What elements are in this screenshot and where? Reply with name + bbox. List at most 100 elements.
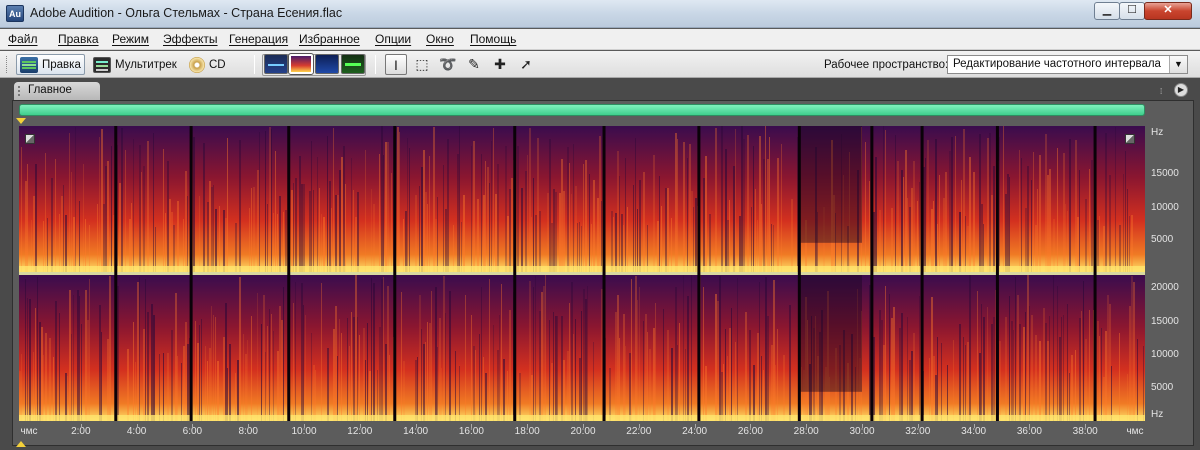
freq-label: 10000 xyxy=(1151,202,1179,213)
cd-view-button[interactable]: CD xyxy=(186,54,229,75)
menu-effects[interactable]: Эффекты xyxy=(163,32,218,46)
toolbar-separator xyxy=(375,55,376,74)
time-tick xyxy=(527,424,529,428)
multitrack-icon xyxy=(93,56,111,73)
freq-label: 5000 xyxy=(1151,234,1174,245)
title-bar: Au Adobe Audition - Ольга Стельмах - Стр… xyxy=(0,0,1200,28)
minimize-button[interactable]: ▁ xyxy=(1094,2,1120,20)
track-boundary xyxy=(189,126,193,421)
spectral-pitch-display-icon[interactable] xyxy=(315,54,339,74)
track-boundary xyxy=(870,126,874,421)
window-title: Adobe Audition - Ольга Стельмах - Страна… xyxy=(30,6,343,20)
menu-help[interactable]: Помощь xyxy=(470,32,516,46)
menu-view[interactable]: Режим xyxy=(112,32,149,46)
toolbar-grip[interactable] xyxy=(6,56,9,73)
menu-edit[interactable]: Правка xyxy=(58,32,99,46)
menu-options[interactable]: Опции xyxy=(375,32,411,46)
audition-app-icon[interactable]: Au xyxy=(6,5,24,22)
track-boundary xyxy=(697,126,701,421)
multitrack-view-button[interactable]: Мультитрек xyxy=(90,54,180,75)
time-tick xyxy=(248,424,250,428)
main-toolbar: Правка Мультитрек CD I ⬚ ➰ ✎ ✚ ➚ Рабочее… xyxy=(0,51,1200,78)
track-boundary xyxy=(797,126,801,421)
spectral-pan-display-icon[interactable] xyxy=(341,54,365,74)
marquee-selection-tool-icon[interactable]: ⬚ xyxy=(411,54,433,75)
time-tick xyxy=(304,424,305,428)
edit-view-button[interactable]: Правка xyxy=(16,54,85,75)
freq-label: 20000 xyxy=(1151,282,1179,293)
playhead-bottom-marker[interactable] xyxy=(16,441,26,447)
freq-label: Hz xyxy=(1151,127,1164,138)
multitrack-view-label: Мультитрек xyxy=(115,58,177,71)
edit-view-label: Правка xyxy=(42,58,81,71)
time-tick xyxy=(862,424,863,428)
time-tick xyxy=(1085,424,1087,428)
lasso-tool-icon[interactable]: ➰ xyxy=(437,54,459,75)
freq-label: 10000 xyxy=(1151,349,1179,360)
close-button[interactable]: ✕ xyxy=(1144,2,1192,20)
waveform-display-icon[interactable] xyxy=(264,54,288,74)
scrub-tool-icon[interactable]: ➚ xyxy=(515,54,537,75)
time-tick xyxy=(638,424,640,428)
track-boundary xyxy=(513,126,517,421)
time-tick xyxy=(471,424,473,428)
channel-right-toggle-icon[interactable] xyxy=(1125,134,1135,144)
panel-grip-icon: ⁞ xyxy=(1160,87,1163,96)
panel-menu-icon[interactable]: ▶ xyxy=(1174,83,1188,97)
channel-divider xyxy=(19,272,1145,275)
effects-paintbrush-tool-icon[interactable]: ✎ xyxy=(463,54,485,75)
waveform-edit-icon xyxy=(20,56,38,73)
tab-main[interactable]: Главное xyxy=(14,82,100,100)
menu-window[interactable]: Окно xyxy=(426,32,454,46)
time-tick xyxy=(694,424,696,428)
spectral-frequency-display-icon[interactable] xyxy=(288,53,314,75)
time-tick xyxy=(806,424,808,428)
time-tick xyxy=(973,424,975,428)
frequency-ruler: Hz 15000 10000 5000 20000 15000 10000 50… xyxy=(1145,126,1193,421)
app-window: Au Adobe Audition - Ольга Стельмах - Стр… xyxy=(0,0,1200,450)
overview-bar[interactable] xyxy=(19,104,1145,116)
time-tick xyxy=(192,424,194,428)
cd-icon xyxy=(189,56,205,73)
toolbar-separator xyxy=(254,55,255,74)
time-tick xyxy=(917,424,919,428)
track-boundary xyxy=(287,126,291,421)
channel-left-toggle-icon[interactable] xyxy=(25,134,35,144)
time-ruler[interactable]: чмс 2:00 4:00 6:00 8:00 10:00 12:00 14:00 16:00 1… xyxy=(19,424,1145,442)
spot-healing-brush-tool-icon[interactable]: ✚ xyxy=(489,54,511,75)
track-boundary xyxy=(602,126,606,421)
workspace-value: Редактирование частотного интервала xyxy=(953,58,1161,70)
spectrogram-canvas[interactable] xyxy=(19,126,1145,421)
menu-favorites[interactable]: Избранное xyxy=(299,32,360,46)
freq-label: Hz xyxy=(1151,409,1164,420)
freq-label: 15000 xyxy=(1151,168,1179,179)
track-boundary xyxy=(114,126,118,421)
time-tick xyxy=(415,424,417,428)
track-boundary xyxy=(1093,126,1097,421)
menu-bar: Файл Правка Режим Эффекты Генерация Избр… xyxy=(0,29,1200,50)
time-tick xyxy=(80,424,82,428)
time-tick xyxy=(136,424,138,428)
menu-file[interactable]: Файл xyxy=(8,32,38,46)
time-tick xyxy=(750,424,752,428)
menu-generate[interactable]: Генерация xyxy=(229,32,288,46)
editor-panel: Hz 15000 10000 5000 20000 15000 10000 50… xyxy=(12,100,1194,447)
time-selection-tool-icon[interactable]: I xyxy=(385,54,407,75)
track-boundary xyxy=(393,126,397,421)
time-tick xyxy=(1029,424,1031,428)
chevron-down-icon[interactable]: ▼ xyxy=(1169,56,1187,73)
main-panel-area: Главное ⁞ ▶ Hz 15000 10000 5000 20000 15… xyxy=(0,78,1200,450)
workspace-label: Рабочее пространство: xyxy=(824,59,949,71)
cd-view-label: CD xyxy=(209,58,226,71)
track-boundary xyxy=(995,126,999,421)
playhead-top-marker[interactable] xyxy=(16,118,26,124)
time-tick xyxy=(583,424,584,428)
time-label: чмс xyxy=(1126,426,1144,437)
workspace-select[interactable]: Редактирование частотного интервала ▼ xyxy=(947,55,1188,74)
freq-label: 5000 xyxy=(1151,382,1174,393)
spectral-display[interactable] xyxy=(19,126,1145,421)
freq-label: 15000 xyxy=(1151,316,1179,327)
track-boundary xyxy=(920,126,924,421)
time-label: чмс xyxy=(20,426,38,437)
maximize-button[interactable]: ☐ xyxy=(1119,2,1145,20)
